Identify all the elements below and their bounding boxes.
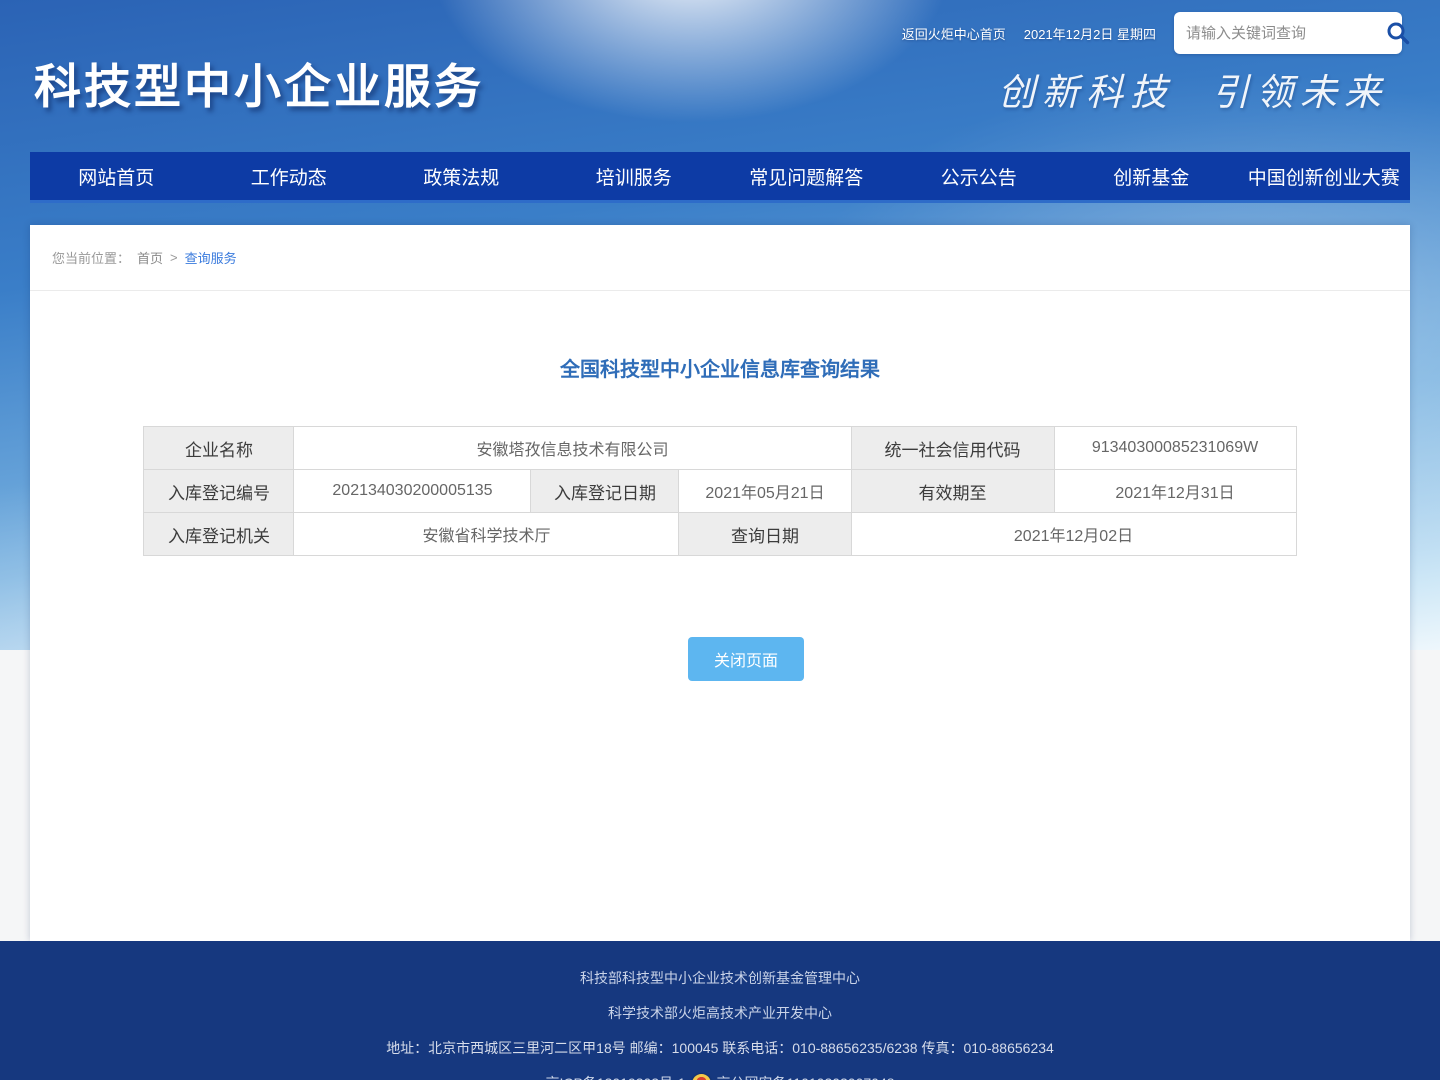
nav-item-faq[interactable]: 常见问题解答 (720, 152, 893, 200)
breadcrumb: 您当前位置： 首页 > 查询服务 (30, 225, 1410, 291)
nav-item-training[interactable]: 培训服务 (548, 152, 721, 200)
close-page-button[interactable]: 关闭页面 (688, 637, 804, 681)
nav-item-innovation-contest[interactable]: 中国创新创业大赛 (1238, 152, 1411, 200)
credit-code-label: 统一社会信用代码 (851, 427, 1054, 470)
nav-item-policies[interactable]: 政策法规 (375, 152, 548, 200)
table-row: 入库登记机关 安徽省科学技术厅 查询日期 2021年12月02日 (144, 513, 1296, 556)
site-slogan: 创新科技 引领未来 (998, 62, 1388, 116)
search-icon (1385, 20, 1411, 46)
footer-contact-line: 地址：北京市西城区三里河二区甲18号 邮编：100045 联系电话：010-88… (0, 1038, 1440, 1058)
icp-license-link[interactable]: 京ICP备13019302号-1 (545, 1073, 685, 1080)
return-torch-center-link[interactable]: 返回火炬中心首页 (902, 24, 1006, 43)
credit-code-value: 91340300085231069W (1054, 427, 1296, 470)
breadcrumb-prefix: 您当前位置： (52, 248, 130, 267)
footer-org-line-2: 科学技术部火炬高技术产业开发中心 (0, 1003, 1440, 1023)
current-date-text: 2021年12月2日 星期四 (1024, 24, 1156, 43)
nav-item-home[interactable]: 网站首页 (30, 152, 203, 200)
query-result-table: 企业名称 安徽塔孜信息技术有限公司 统一社会信用代码 9134030008523… (143, 426, 1296, 556)
site-footer: 科技部科技型中小企业技术创新基金管理中心 科学技术部火炬高技术产业开发中心 地址… (0, 941, 1440, 1080)
company-name-value: 安徽塔孜信息技术有限公司 (294, 427, 851, 470)
registration-no-label: 入库登记编号 (144, 470, 294, 513)
registration-date-value: 2021年05月21日 (679, 470, 851, 513)
table-row: 入库登记编号 202134030200005135 入库登记日期 2021年05… (144, 470, 1296, 513)
registration-no-value: 202134030200005135 (294, 470, 531, 513)
registration-authority-label: 入库登记机关 (144, 513, 294, 556)
breadcrumb-home-link[interactable]: 首页 (137, 248, 163, 267)
breadcrumb-separator: > (170, 250, 178, 265)
query-date-value: 2021年12月02日 (851, 513, 1296, 556)
page-title: 全国科技型中小企业信息库查询结果 (30, 353, 1410, 382)
police-badge-icon (692, 1074, 711, 1080)
main-navigation: 网站首页 工作动态 政策法规 培训服务 常见问题解答 公示公告 创新基金 中国创… (30, 152, 1410, 203)
public-security-registration-link[interactable]: 京公网安备11010202007048 (717, 1073, 895, 1080)
valid-until-label: 有效期至 (851, 470, 1054, 513)
company-name-label: 企业名称 (144, 427, 294, 470)
slogan-part-1: 创新科技 (998, 62, 1174, 116)
search-button[interactable] (1385, 18, 1411, 48)
sky-gap (0, 203, 1440, 225)
site-header: 返回火炬中心首页 2021年12月2日 星期四 科技型中小企业服务 创新科技 (0, 0, 1440, 152)
search-input[interactable] (1186, 25, 1385, 42)
page: 返回火炬中心首页 2021年12月2日 星期四 科技型中小企业服务 创新科技 (0, 0, 1440, 1080)
registration-authority-value: 安徽省科学技术厅 (294, 513, 679, 556)
nav-item-innovation-fund[interactable]: 创新基金 (1065, 152, 1238, 200)
table-row: 企业名称 安徽塔孜信息技术有限公司 统一社会信用代码 9134030008523… (144, 427, 1296, 470)
nav-item-announcements[interactable]: 公示公告 (893, 152, 1066, 200)
slogan-part-2: 引领未来 (1212, 62, 1388, 116)
query-date-label: 查询日期 (679, 513, 851, 556)
brand-row: 科技型中小企业服务 创新科技 引领未来 (0, 48, 1440, 117)
breadcrumb-current-link[interactable]: 查询服务 (185, 248, 237, 267)
site-logo: 科技型中小企业服务 (34, 48, 484, 117)
nav-item-work-news[interactable]: 工作动态 (203, 152, 376, 200)
content-card: 您当前位置： 首页 > 查询服务 全国科技型中小企业信息库查询结果 企业名称 安… (30, 225, 1410, 941)
footer-registration-line: 京ICP备13019302号-1 京公网安备11010202007048 (0, 1073, 1440, 1080)
footer-org-line-1: 科技部科技型中小企业技术创新基金管理中心 (0, 968, 1440, 988)
valid-until-value: 2021年12月31日 (1054, 470, 1296, 513)
registration-date-label: 入库登记日期 (531, 470, 679, 513)
